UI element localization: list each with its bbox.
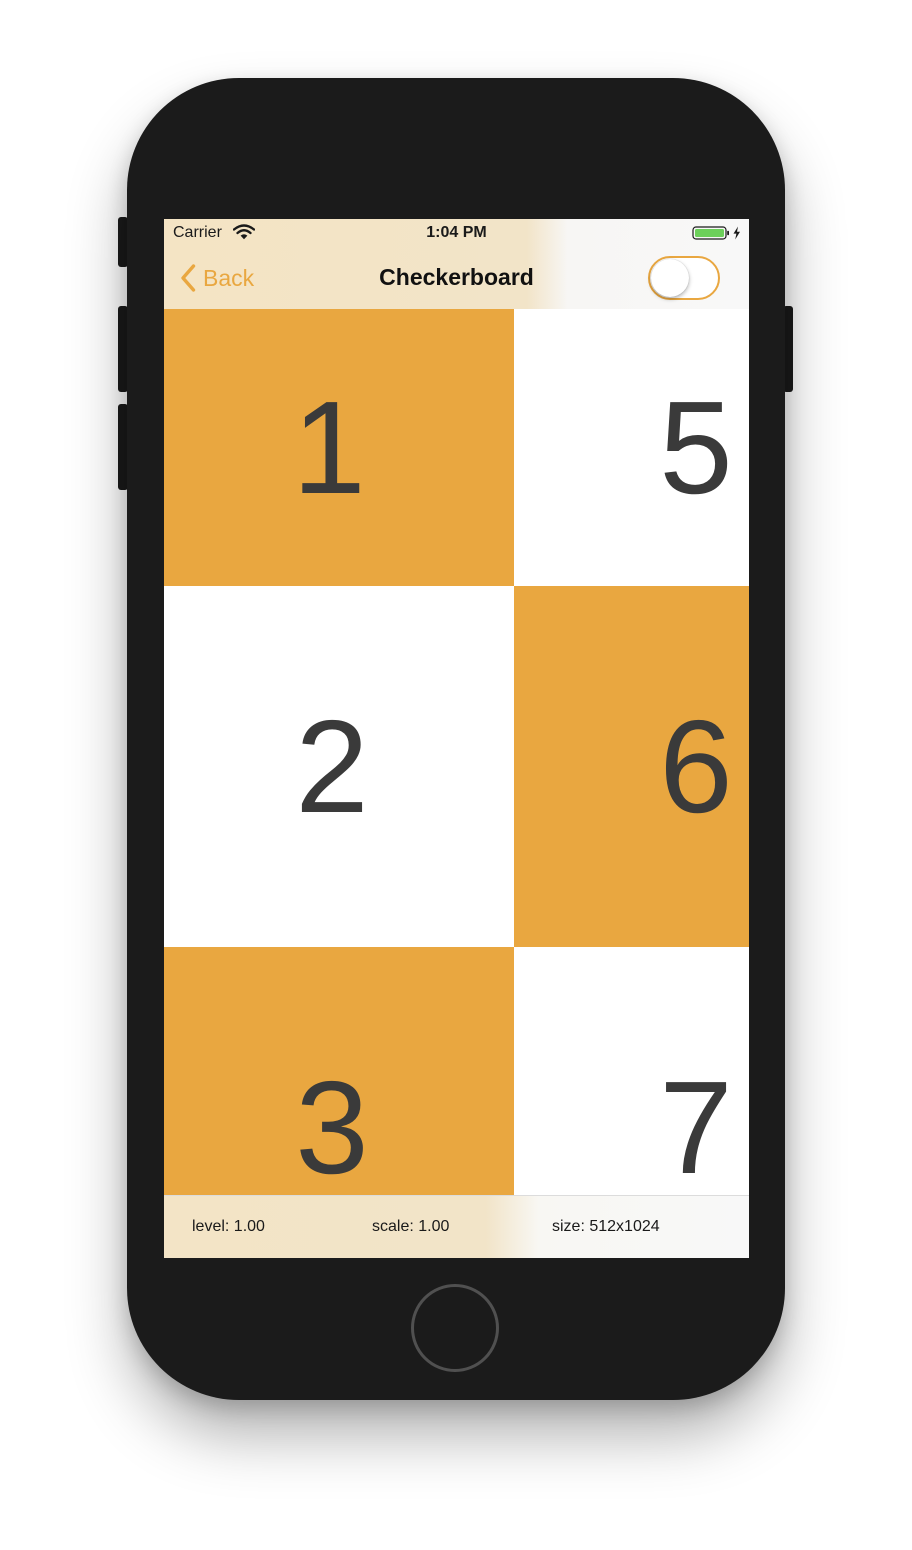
scale-readout: scale: 1.00: [372, 1218, 450, 1235]
home-button[interactable]: [411, 1284, 499, 1372]
info-bar: level: 1.00 scale: 1.00 size: 512x1024: [164, 1195, 749, 1258]
checkerboard-tile: 6: [514, 586, 749, 947]
status-time: 1:04 PM: [426, 224, 487, 241]
tile-number: 1: [292, 373, 366, 521]
toggle-knob: [651, 259, 689, 297]
tile-number: 3: [295, 1054, 369, 1196]
toggle-switch[interactable]: [648, 256, 720, 300]
checkerboard-tile: 7: [514, 947, 749, 1196]
app-screen: Carrier 1:04 PM Back Checkerboard 1 5 2 …: [164, 219, 749, 1258]
tile-number: 7: [659, 1054, 733, 1196]
level-readout: level: 1.00: [192, 1218, 265, 1235]
tile-number: 5: [659, 373, 733, 521]
size-readout: size: 512x1024: [552, 1218, 660, 1235]
navigation-bar: Carrier 1:04 PM Back Checkerboard: [164, 219, 749, 310]
tile-number: 2: [295, 692, 369, 840]
checkerboard-tile: 2: [164, 586, 514, 947]
battery-charging-icon: [692, 226, 740, 240]
checkerboard-tile: 5: [514, 309, 749, 586]
checkerboard[interactable]: 1 5 2 6 3 7: [164, 309, 749, 1196]
checkerboard-tile: 3: [164, 947, 514, 1196]
checkerboard-tile: 1: [164, 309, 514, 586]
tile-number: 6: [659, 692, 733, 840]
